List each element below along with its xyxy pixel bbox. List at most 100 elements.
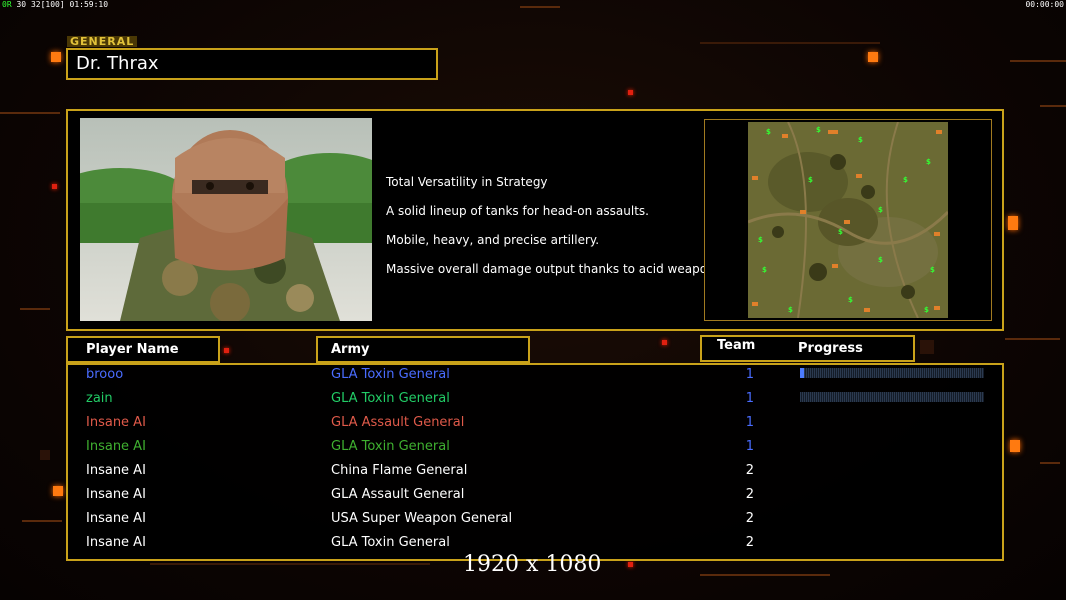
player-row[interactable]: Insane AI GLA Assault General 2 <box>68 485 1002 509</box>
player-table: brooo GLA Toxin General 1 zain GLA Toxin Gen… <box>66 363 1004 561</box>
stat-b: 32 <box>30 0 41 9</box>
general-name: Dr. Thrax <box>76 53 159 74</box>
bg-square <box>1010 440 1020 452</box>
debug-stats: 0R 30 32[100] 01:59:10 <box>2 0 108 9</box>
player-team: 2 <box>745 535 754 550</box>
column-header-player[interactable]: Player Name <box>66 336 220 363</box>
bg-square <box>662 340 667 345</box>
bg-line <box>0 112 60 114</box>
loading-progress-bar <box>800 392 984 402</box>
player-army: GLA Assault General <box>331 487 465 502</box>
player-row[interactable]: Insane AI GLA Toxin General 1 <box>68 437 1002 461</box>
svg-text:$: $ <box>878 206 883 214</box>
bg-square <box>628 562 633 567</box>
player-team: 1 <box>745 415 754 430</box>
bg-square <box>224 348 229 353</box>
player-name: Insane AI <box>86 463 146 478</box>
bg-square <box>628 90 633 95</box>
bg-line <box>520 6 560 8</box>
player-name: zain <box>86 391 113 406</box>
svg-text:$: $ <box>930 266 935 274</box>
bg-square <box>1008 216 1018 230</box>
player-team: 2 <box>745 463 754 478</box>
svg-text:$: $ <box>903 176 908 184</box>
player-name: Insane AI <box>86 511 146 526</box>
player-team: 2 <box>745 511 754 526</box>
stat-prefix: 0R <box>2 0 12 9</box>
player-name: Insane AI <box>86 487 146 502</box>
svg-text:$: $ <box>762 266 767 274</box>
column-header-army[interactable]: Army <box>316 336 530 363</box>
player-row[interactable]: Insane AI USA Super Weapon General 2 <box>68 509 1002 533</box>
description-line: A solid lineup of tanks for head-on assa… <box>386 204 649 218</box>
description-line: Massive overall damage output thanks to … <box>386 262 725 276</box>
game-clock: 00:00:00 <box>1025 0 1064 9</box>
stat-a: 30 <box>16 0 27 9</box>
map-preview: $ $ $ $ $ $ $ $ $ $ $ $ $ $ $ <box>704 119 992 321</box>
general-description: Total Versatility in Strategy A solid li… <box>386 168 725 284</box>
player-team: 2 <box>745 487 754 502</box>
svg-text:$: $ <box>766 128 771 136</box>
bg-line <box>22 520 62 522</box>
bg-square <box>920 340 934 354</box>
player-team: 1 <box>745 367 754 382</box>
player-army: GLA Toxin General <box>331 391 450 406</box>
player-army: GLA Toxin General <box>331 367 450 382</box>
bg-line <box>20 308 50 310</box>
svg-text:$: $ <box>858 136 863 144</box>
player-team: 1 <box>745 391 754 406</box>
description-line: Mobile, heavy, and precise artillery. <box>386 233 600 247</box>
player-row[interactable]: zain GLA Toxin General 1 <box>68 389 1002 413</box>
bg-line <box>700 574 830 576</box>
bg-square <box>868 52 878 62</box>
team-header-label: Team <box>717 338 756 353</box>
player-name: brooo <box>86 367 124 382</box>
player-army: GLA Toxin General <box>331 535 450 550</box>
player-row[interactable]: Insane AI China Flame General 2 <box>68 461 1002 485</box>
general-label: GENERAL <box>67 36 138 47</box>
general-info-panel: Total Versatility in Strategy A solid li… <box>66 109 1004 331</box>
bg-square <box>51 52 61 62</box>
svg-text:$: $ <box>788 306 793 314</box>
general-portrait <box>80 118 372 321</box>
bg-line <box>1005 338 1060 340</box>
svg-text:$: $ <box>848 296 853 304</box>
svg-text:$: $ <box>838 228 843 236</box>
stat-c: [100] <box>40 0 65 9</box>
general-name-box: Dr. Thrax <box>66 48 438 80</box>
player-army: USA Super Weapon General <box>331 511 513 526</box>
bg-square <box>53 486 63 496</box>
map-image: $ $ $ $ $ $ $ $ $ $ $ $ $ $ $ <box>748 122 948 318</box>
bg-line <box>1040 105 1066 107</box>
svg-text:$: $ <box>758 236 763 244</box>
player-row[interactable]: brooo GLA Toxin General 1 <box>68 365 1002 389</box>
svg-text:$: $ <box>924 306 929 314</box>
player-name: Insane AI <box>86 535 146 550</box>
loading-progress-bar <box>800 368 984 378</box>
bg-line <box>150 563 430 565</box>
player-army: China Flame General <box>331 463 468 478</box>
progress-fill <box>800 368 804 378</box>
player-name: Insane AI <box>86 415 146 430</box>
player-team: 1 <box>745 439 754 454</box>
player-army: GLA Toxin General <box>331 439 450 454</box>
column-header-team-progress[interactable]: Team Progress <box>700 335 915 362</box>
bg-square <box>52 184 57 189</box>
player-name: Insane AI <box>86 439 146 454</box>
bg-square <box>40 450 50 460</box>
bg-line <box>1010 60 1066 62</box>
player-army: GLA Assault General <box>331 415 465 430</box>
bg-line <box>700 42 880 44</box>
svg-text:$: $ <box>808 176 813 184</box>
svg-text:$: $ <box>816 126 821 134</box>
progress-header-label: Progress <box>798 341 863 356</box>
resolution-watermark: 1920 x 1080 <box>463 552 602 577</box>
stat-time: 01:59:10 <box>69 0 109 9</box>
svg-text:$: $ <box>878 256 883 264</box>
svg-text:$: $ <box>926 158 931 166</box>
bg-line <box>1040 462 1060 464</box>
player-row[interactable]: Insane AI GLA Assault General 1 <box>68 413 1002 437</box>
description-line: Total Versatility in Strategy <box>386 175 548 189</box>
army-header-label: Army <box>331 342 370 357</box>
player-name-header-label: Player Name <box>86 342 179 357</box>
